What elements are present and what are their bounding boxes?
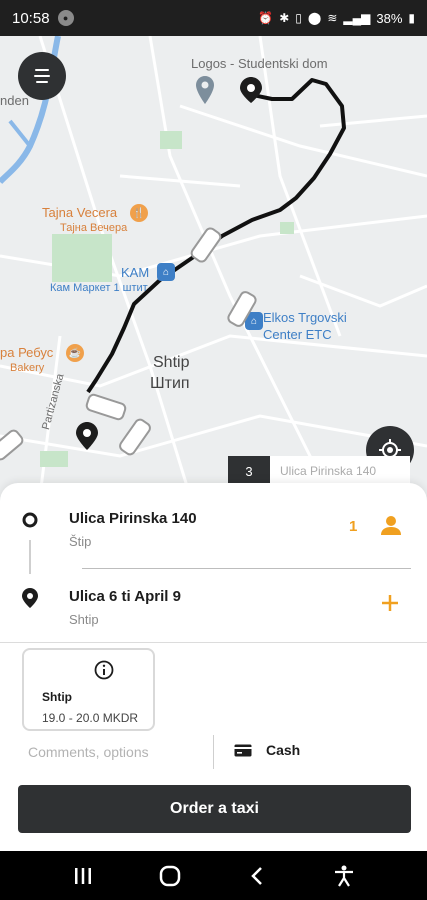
cafe-poi-icon[interactable]: ☕ <box>66 344 84 362</box>
map-label-city-latin: Shtip <box>153 354 190 371</box>
status-bar: 10:58 ● ⏰ ✱ ▯ ⬤ ≋ ▂▄▆ 38% ▮ <box>0 0 427 36</box>
battery-percent: 38% <box>376 10 403 26</box>
map-canvas <box>0 36 427 496</box>
map-label-bakery: Bakery <box>10 362 45 374</box>
comments-options-field[interactable]: Comments, options <box>28 744 149 760</box>
notification-dot-icon: ● <box>57 10 74 26</box>
back-button[interactable] <box>237 856 277 896</box>
alarm-icon: ⏰ <box>258 11 274 25</box>
cash-card-icon <box>234 744 252 756</box>
pickup-street: Ulica Pirinska 140 <box>69 510 197 527</box>
order-taxi-button[interactable]: Order a taxi <box>18 785 411 833</box>
dropoff-pin-icon <box>22 588 38 608</box>
recent-apps-button[interactable] <box>63 856 103 896</box>
vibrate-icon: ▯ <box>295 11 302 25</box>
home-icon <box>159 865 181 886</box>
passenger-count: 1 <box>349 518 358 535</box>
signal-icon: ▂▄▆ <box>343 11 371 25</box>
options-separator <box>213 735 214 769</box>
tariff-name: Shtip <box>42 690 72 704</box>
pickup-row[interactable]: Ulica Pirinska 140 Štip <box>0 500 427 560</box>
destination-pin-icon[interactable] <box>240 77 262 103</box>
passenger-icon[interactable] <box>380 514 402 536</box>
dropoff-street: Ulica 6 ti April 9 <box>69 588 181 605</box>
menu-button[interactable] <box>18 52 66 100</box>
restaurant-poi-icon[interactable]: 🍴 <box>130 204 148 222</box>
eta-chip-address: Ulica Pirinska 140 <box>270 456 410 486</box>
map-label-town: nden <box>0 93 29 108</box>
shop-poi-icon[interactable]: ⌂ <box>157 263 175 281</box>
menu-line <box>36 81 48 83</box>
map-label-elkos-2: Center ETC <box>263 327 332 342</box>
tariff-card[interactable]: Shtip 19.0 - 20.0 MKDR <box>22 648 155 731</box>
map-label-tajna-vecera-cyr: Тајна Вечера <box>60 222 128 234</box>
add-stop-plus-icon[interactable] <box>380 593 400 613</box>
tariff-price: 19.0 - 20.0 MKDR <box>42 711 139 725</box>
eta-chip[interactable]: 3 <box>228 456 270 486</box>
location-status-icon: ⬤ <box>307 11 322 25</box>
back-chevron-icon <box>251 866 262 885</box>
map-label-tajna-vecera: Tajna Vecera <box>42 205 118 220</box>
pickup-city: Štip <box>69 534 92 549</box>
menu-line <box>34 75 50 77</box>
bluetooth-icon: ✱ <box>279 11 290 25</box>
route-connector <box>29 540 31 574</box>
poi-pin-icon[interactable] <box>196 76 214 104</box>
map-label-city-cyrillic: Штип <box>150 375 190 392</box>
map-label-kam: KAM <box>121 265 150 280</box>
menu-line <box>35 69 49 71</box>
payment-method-button[interactable]: Cash <box>234 742 300 758</box>
map-label-rebus: ра Ребус <box>0 345 54 360</box>
map-view[interactable]: Logos - Studentski dom nden 🍴 Tajna Vece… <box>0 36 427 496</box>
payment-label: Cash <box>266 742 301 758</box>
map-label-kam-market: Кам Маркет 1 штит <box>50 282 148 294</box>
system-nav-bar <box>0 851 427 900</box>
info-icon[interactable] <box>94 660 114 680</box>
dropoff-row[interactable]: Ulica 6 ti April 9 Shtip <box>0 578 427 638</box>
map-label-logos: Logos - Studentski dom <box>191 56 328 71</box>
home-button[interactable] <box>150 856 190 896</box>
accessibility-button[interactable] <box>324 856 364 896</box>
dropoff-city: Shtip <box>69 612 99 627</box>
accessibility-icon <box>334 865 353 887</box>
route-divider <box>82 568 411 569</box>
pickup-pin-icon[interactable] <box>76 422 98 450</box>
sheet-separator <box>0 642 427 643</box>
status-icons: ⏰ ✱ ▯ ⬤ ≋ ▂▄▆ 38% ▮ <box>258 11 415 26</box>
pickup-dot-icon <box>22 512 38 528</box>
map-label-elkos-1: Elkos Trgovski <box>263 310 347 325</box>
recents-icon <box>75 867 92 884</box>
battery-icon: ▮ <box>408 11 415 25</box>
status-time: 10:58 <box>12 9 50 27</box>
wifi-icon: ≋ <box>327 11 338 25</box>
